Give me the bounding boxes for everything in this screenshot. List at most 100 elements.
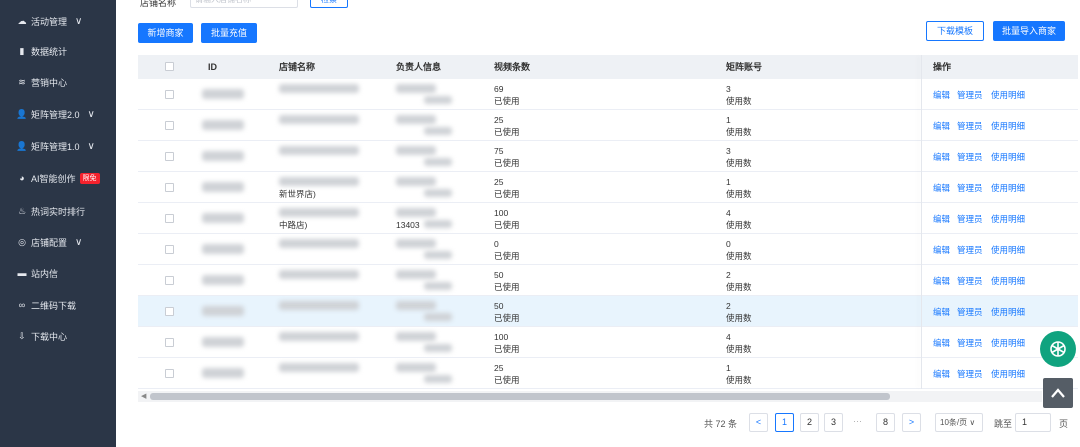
usage-detail-link[interactable]: 使用明细 [991,368,1025,380]
usage-detail-link[interactable]: 使用明细 [991,151,1025,163]
search-input[interactable]: 请输入店铺名称 [190,0,298,8]
sidebar-item-5[interactable]: ◕ AI智能创作 限免 [0,168,116,188]
sidebar-item-3[interactable]: 👤 矩阵管理2.0 ∨ [0,104,116,124]
admin-link[interactable]: 管理员 [957,368,983,380]
ai-assistant-icon[interactable] [1040,331,1076,367]
video-used-label: 已使用 [494,313,520,323]
usage-detail-link[interactable]: 使用明细 [991,182,1025,194]
usage-detail-link[interactable]: 使用明细 [991,120,1025,132]
row-checkbox[interactable] [165,276,174,285]
row-checkbox[interactable] [165,214,174,223]
scrollbar-thumb[interactable] [150,393,890,400]
search-button[interactable]: 检索 [310,0,348,8]
chevron-down-icon[interactable]: ∨ [88,109,95,120]
redacted-store-name [279,115,359,124]
row-checkbox[interactable] [165,338,174,347]
sidebar-item-10[interactable]: ⇩ 下载中心 [0,326,116,346]
user-icon: 👤 [16,108,28,119]
table-row[interactable]: 69 已使用 3 使用数 编辑 管理员 使用明细 [138,79,1078,110]
sidebar-item-9[interactable]: ∞ 二维码下载 [0,295,116,315]
edit-link[interactable]: 编辑 [933,337,950,349]
pagination-page-2[interactable]: 2 [800,413,819,432]
redacted-owner-phone [424,282,452,290]
edit-link[interactable]: 编辑 [933,182,950,194]
pagination-ellipsis[interactable]: ··· [853,416,862,426]
sidebar-item-label: 活动管理 [31,16,68,27]
redacted-id [202,89,244,99]
select-all-checkbox[interactable] [165,62,174,71]
usage-detail-link[interactable]: 使用明细 [991,244,1025,256]
pagination-page-1[interactable]: 1 [775,413,794,432]
scroll-left-icon[interactable]: ◀ [141,392,146,400]
admin-link[interactable]: 管理员 [957,275,983,287]
usage-detail-link[interactable]: 使用明细 [991,337,1025,349]
page-size-select[interactable]: 10条/页 ∨ [935,413,983,432]
sidebar-item-4[interactable]: 👤 矩阵管理1.0 ∨ [0,136,116,156]
pagination-next-button[interactable]: > [902,413,921,432]
admin-link[interactable]: 管理员 [957,182,983,194]
row-checkbox[interactable] [165,121,174,130]
chevron-down-icon[interactable]: ∨ [88,141,95,152]
column-header-video-count: 视频条数 [494,62,531,72]
admin-link[interactable]: 管理员 [957,337,983,349]
table-row[interactable]: 75 已使用 3 使用数 编辑 管理员 使用明细 [138,141,1078,172]
table-row[interactable]: 100 已使用 4 使用数 编辑 管理员 使用明细 [138,327,1078,358]
redacted-store-name [279,363,359,372]
table-row[interactable]: 新世界店) 25 已使用 1 使用数 编辑 管理员 使用明细 [138,172,1078,203]
admin-link[interactable]: 管理员 [957,244,983,256]
batch-recharge-button[interactable]: 批量充值 [201,23,257,43]
chevron-down-icon[interactable]: ∨ [75,237,82,248]
sidebar-item-7[interactable]: ◎ 店铺配置 ∨ [0,232,116,252]
pagination-prev-button[interactable]: < [749,413,768,432]
table-row[interactable]: 0 已使用 0 使用数 编辑 管理员 使用明细 [138,234,1078,265]
redacted-owner-name [396,177,436,186]
row-checkbox[interactable] [165,307,174,316]
table-row[interactable]: 中路店) 13403 100 已使用 4 使用数 编辑 管理员 使用明细 [138,203,1078,234]
admin-link[interactable]: 管理员 [957,306,983,318]
sidebar-item-6[interactable]: ♨ 热词实时排行 [0,201,116,221]
link-icon: ∞ [18,300,26,310]
batch-import-button[interactable]: 批量导入商家 [993,21,1065,41]
usage-detail-link[interactable]: 使用明细 [991,213,1025,225]
edit-link[interactable]: 编辑 [933,89,950,101]
row-checkbox[interactable] [165,183,174,192]
row-checkbox[interactable] [165,369,174,378]
edit-link[interactable]: 编辑 [933,120,950,132]
table-header: ID 店铺名称 负责人信息 视频条数 矩阵账号 操作 [138,55,1078,79]
sidebar-item-0[interactable]: ☁ 活动管理 ∨ [0,11,116,31]
sidebar-item-8[interactable]: ▬ 站内信 [0,263,116,283]
goto-page-input[interactable]: 1 [1015,413,1051,432]
row-checkbox[interactable] [165,90,174,99]
admin-link[interactable]: 管理员 [957,151,983,163]
page-suffix-label: 页 [1059,419,1069,429]
sidebar-item-2[interactable]: ≋ 营销中心 [0,72,116,92]
edit-link[interactable]: 编辑 [933,275,950,287]
edit-link[interactable]: 编辑 [933,306,950,318]
pagination-page-3[interactable]: 3 [824,413,843,432]
chevron-down-icon[interactable]: ∨ [75,16,82,27]
pagination-page-last[interactable]: 8 [876,413,895,432]
fire-icon: ♨ [17,205,27,216]
redacted-id [202,182,244,192]
add-merchant-button[interactable]: 新增商家 [138,23,193,43]
row-checkbox[interactable] [165,245,174,254]
admin-link[interactable]: 管理员 [957,120,983,132]
horizontal-scrollbar[interactable]: ◀ [138,391,1042,402]
download-template-button[interactable]: 下载模板 [926,21,984,41]
usage-detail-link[interactable]: 使用明细 [991,275,1025,287]
table-row[interactable]: 25 已使用 1 使用数 编辑 管理员 使用明细 [138,110,1078,141]
admin-link[interactable]: 管理员 [957,213,983,225]
edit-link[interactable]: 编辑 [933,244,950,256]
usage-detail-link[interactable]: 使用明细 [991,306,1025,318]
sidebar-item-1[interactable]: ▮ 数据统计 [0,41,116,61]
edit-link[interactable]: 编辑 [933,151,950,163]
edit-link[interactable]: 编辑 [933,368,950,380]
row-checkbox[interactable] [165,152,174,161]
back-to-top-icon[interactable] [1043,378,1073,408]
admin-link[interactable]: 管理员 [957,89,983,101]
table-row[interactable]: 50 已使用 2 使用数 编辑 管理员 使用明细 [138,265,1078,296]
usage-detail-link[interactable]: 使用明细 [991,89,1025,101]
table-row[interactable]: 50 已使用 2 使用数 编辑 管理员 使用明细 [138,296,1078,327]
edit-link[interactable]: 编辑 [933,213,950,225]
table-row[interactable]: 25 已使用 1 使用数 编辑 管理员 使用明细 [138,358,1078,389]
